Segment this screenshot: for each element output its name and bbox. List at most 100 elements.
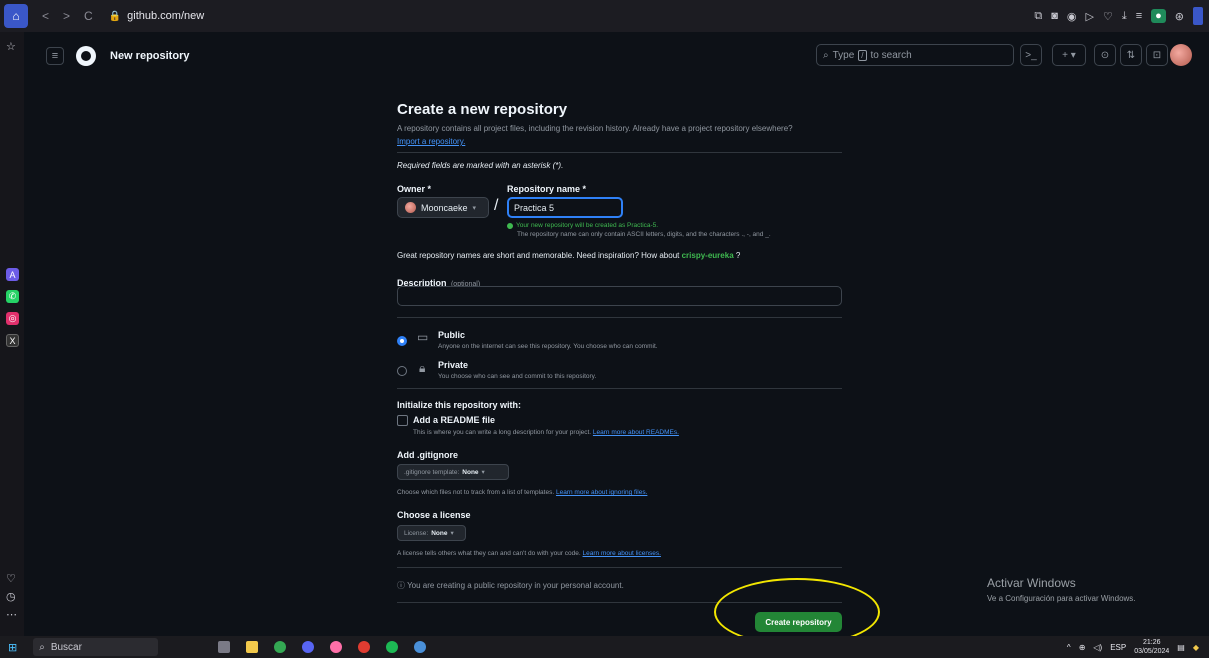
chrome-icon[interactable] bbox=[274, 641, 287, 653]
file-explorer-icon[interactable] bbox=[246, 641, 259, 653]
sidebar-toggle-icon[interactable] bbox=[1193, 7, 1203, 25]
init-title: Initialize this repository with: bbox=[397, 400, 522, 410]
public-notice: ⓘ You are creating a public repository i… bbox=[397, 580, 624, 591]
reload-icon[interactable]: C bbox=[84, 9, 93, 23]
readme-desc-text: This is where you can write a long descr… bbox=[413, 429, 592, 436]
create-new-button[interactable]: + ▾ bbox=[1052, 44, 1086, 66]
github-logo-icon[interactable] bbox=[76, 46, 96, 66]
search-shortcut-key: / bbox=[858, 49, 867, 61]
whatsapp-icon[interactable]: ✆ bbox=[6, 290, 19, 303]
page-title: New repository bbox=[110, 50, 190, 62]
search-prefix: Type bbox=[832, 49, 855, 61]
gitignore-select[interactable]: .gitignore template: None ▾ bbox=[397, 464, 509, 480]
home-icon[interactable]: ⌂ bbox=[4, 4, 28, 28]
spotify-icon[interactable] bbox=[386, 641, 399, 653]
menu-icon[interactable]: ≡ bbox=[1136, 10, 1142, 22]
repo-name-valid-message: Your new repository will be created as P… bbox=[507, 222, 658, 229]
public-radio[interactable] bbox=[397, 336, 407, 346]
clock[interactable]: 21:26 03/05/2024 bbox=[1134, 638, 1169, 656]
heart-icon[interactable]: ♡ bbox=[6, 572, 16, 585]
issues-icon[interactable]: ⊙ bbox=[1094, 44, 1116, 66]
private-radio[interactable] bbox=[397, 366, 407, 376]
repository-name-input[interactable] bbox=[507, 197, 623, 218]
taskbar-search-placeholder: Buscar bbox=[50, 641, 82, 653]
extension-active-icon[interactable]: ● bbox=[1151, 9, 1166, 23]
camera-icon[interactable]: ◙ bbox=[1051, 10, 1058, 22]
x-icon[interactable]: X bbox=[6, 334, 19, 347]
owner-select[interactable]: Mooncaeke ▾ bbox=[397, 197, 489, 218]
notifications-icon[interactable]: ▤ bbox=[1177, 643, 1185, 652]
chevron-down-icon: ▾ bbox=[481, 469, 485, 476]
taskbar-search[interactable]: ⌕ Buscar bbox=[33, 638, 159, 656]
form-subtitle: A repository contains all project files,… bbox=[397, 124, 793, 133]
app-icon[interactable] bbox=[330, 641, 343, 653]
search-suffix: to search bbox=[870, 49, 912, 61]
inspiration-text: Great repository names are short and mem… bbox=[397, 251, 680, 260]
divider bbox=[397, 317, 842, 318]
more-icon[interactable]: ⋯ bbox=[6, 608, 17, 621]
star-icon[interactable]: ☆ bbox=[6, 40, 16, 53]
volume-icon[interactable]: ◁) bbox=[1093, 643, 1102, 652]
clock-time: 21:26 bbox=[1142, 639, 1161, 646]
owner-avatar bbox=[405, 202, 416, 213]
instagram-icon[interactable]: ◎ bbox=[6, 312, 19, 325]
repo-name-rules: The repository name can only contain ASC… bbox=[517, 231, 771, 238]
back-icon[interactable]: < bbox=[42, 9, 49, 23]
public-description: Anyone on the internet can see this repo… bbox=[438, 343, 658, 350]
import-repository-link[interactable]: Import a repository. bbox=[397, 137, 465, 146]
chevron-down-icon: ▾ bbox=[450, 530, 454, 537]
readme-checkbox[interactable] bbox=[397, 415, 408, 426]
license-description: A license tells others what they can and… bbox=[397, 550, 661, 557]
opera-icon[interactable] bbox=[358, 641, 371, 653]
info-icon: ⓘ bbox=[397, 581, 405, 590]
inbox-icon[interactable]: ⊡ bbox=[1146, 44, 1168, 66]
clock-date: 03/05/2024 bbox=[1134, 648, 1170, 655]
app-icon[interactable] bbox=[414, 641, 427, 653]
shield-icon[interactable]: ◉ bbox=[1067, 10, 1077, 23]
repo-name-label: Repository name * bbox=[507, 184, 587, 194]
language-indicator[interactable]: ESP bbox=[1110, 643, 1126, 652]
name-inspiration: Great repository names are short and mem… bbox=[397, 251, 740, 260]
github-header: ≡ New repository ⌕ Type / to search >_ +… bbox=[34, 40, 1202, 72]
settings-icon[interactable]: ⊛ bbox=[1175, 10, 1184, 23]
hamburger-menu-icon[interactable]: ≡ bbox=[46, 47, 64, 65]
forward-icon[interactable]: > bbox=[63, 9, 70, 23]
app-icon[interactable]: A bbox=[6, 268, 19, 281]
screenshot-icon[interactable]: ⧉ bbox=[1034, 10, 1042, 23]
activation-watermark-subtitle: Ve a Configuración para activar Windows. bbox=[987, 594, 1136, 603]
search-icon: ⌕ bbox=[39, 641, 45, 653]
gitignore-title: Add .gitignore bbox=[397, 450, 458, 460]
license-learn-more-link[interactable]: Learn more about licenses. bbox=[583, 550, 661, 557]
search-input[interactable]: ⌕ Type / to search bbox=[816, 44, 1014, 66]
gitignore-prefix: .gitignore template: bbox=[404, 468, 460, 476]
inspiration-suggestion[interactable]: crispy-eureka bbox=[682, 251, 734, 260]
description-input[interactable] bbox=[397, 286, 842, 306]
repo-name-valid-text: Your new repository will be created as P… bbox=[516, 222, 659, 229]
lock-icon: 🔒︎ bbox=[419, 361, 426, 375]
app-icon[interactable]: ◆ bbox=[1193, 643, 1199, 652]
heart-icon[interactable]: ♡ bbox=[1103, 10, 1113, 23]
chevron-down-icon: ▾ bbox=[472, 204, 477, 212]
command-palette-button[interactable]: >_ bbox=[1020, 44, 1042, 66]
browser-extensions: ⧉ ◙ ◉ ▷ ♡ ⤓ ≡ ● ⊛ bbox=[1034, 0, 1203, 32]
windows-start-icon[interactable]: ⊞ bbox=[8, 641, 17, 654]
download-icon[interactable]: ⤓ bbox=[1122, 10, 1127, 23]
network-icon[interactable]: ⊕ bbox=[1079, 643, 1086, 652]
user-avatar[interactable] bbox=[1170, 44, 1192, 66]
gitignore-learn-more-link[interactable]: Learn more about ignoring files. bbox=[556, 489, 647, 496]
public-label: Public bbox=[438, 330, 466, 340]
play-icon[interactable]: ▷ bbox=[1085, 10, 1093, 23]
clock-icon[interactable]: ◷ bbox=[6, 590, 16, 603]
chevron-up-icon[interactable]: ^ bbox=[1067, 643, 1071, 652]
readme-learn-more-link[interactable]: Learn more about READMEs. bbox=[593, 429, 679, 436]
address-bar[interactable]: github.com/new bbox=[127, 10, 204, 22]
windows-taskbar: ⊞ ⌕ Buscar ^ ⊕ ◁) ESP 21:26 03/05/2024 ▤ bbox=[0, 636, 1209, 658]
check-circle-icon bbox=[507, 222, 513, 229]
repo-icon: ▭ bbox=[417, 330, 429, 344]
taskbar-apps bbox=[218, 641, 427, 653]
license-select[interactable]: License: None ▾ bbox=[397, 525, 466, 541]
discord-icon[interactable] bbox=[302, 641, 315, 653]
screen: ⌂ < > C 🔒 github.com/new ⧉ ◙ ◉ ▷ ♡ ⤓ ≡ ●… bbox=[0, 0, 1209, 658]
pull-requests-icon[interactable]: ⇅ bbox=[1120, 44, 1142, 66]
task-view-icon[interactable] bbox=[218, 641, 231, 653]
